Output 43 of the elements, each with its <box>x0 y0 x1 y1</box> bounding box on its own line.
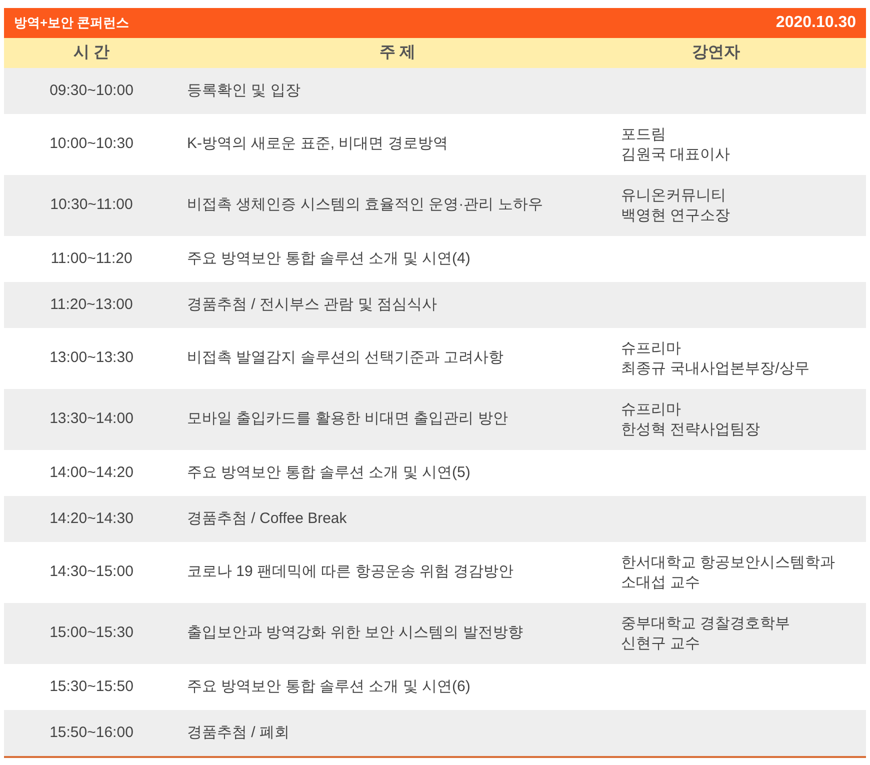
conference-date: 2020.10.30 <box>776 13 856 33</box>
time-cell-text: 14:00~14:20 <box>48 462 134 483</box>
time-cell-text: 15:50~16:00 <box>48 722 134 743</box>
speaker-organization: 한서대학교 항공보안시스템학과 <box>621 552 836 572</box>
speaker-name: 소대섭 교수 <box>621 572 702 592</box>
conference-title: 방역+보안 콘퍼런스 <box>14 14 130 32</box>
topic-cell-text: 주요 방역보안 통합 솔루션 소개 및 시연(4) <box>186 248 472 269</box>
topic-cell-text: 비접촉 발열감지 솔루션의 선택기준과 고려사항 <box>186 348 505 368</box>
column-header: 강연자 <box>691 43 741 63</box>
time-cell-text: 14:20~14:30 <box>48 508 134 529</box>
time-cell-text: 13:30~14:00 <box>48 409 134 430</box>
time-cell-text: 13:00~13:30 <box>48 348 134 368</box>
speaker-name: 한성혁 전략사업팀장 <box>621 420 762 440</box>
column-header: 주 제 <box>378 43 417 63</box>
time-cell-text: 10:00~10:30 <box>48 134 134 154</box>
column-header: 시 간 <box>72 43 111 63</box>
topic-cell-text: 모바일 출입카드를 활용한 비대면 출입관리 방안 <box>186 409 509 430</box>
time-cell-text: 11:00~11:20 <box>50 248 134 269</box>
time-cell-text: 10:30~11:00 <box>49 195 134 216</box>
topic-cell-text: 코로나 19 팬데믹에 따른 항공운송 위험 경감방안 <box>186 562 515 582</box>
speaker-name: 최종규 국내사업본부장/상무 <box>621 358 810 378</box>
topic-cell-text: 비접촉 생체인증 시스템의 효율적인 운영·관리 노하우 <box>186 195 544 216</box>
speaker-organization: 중부대학교 경찰경호학부 <box>621 614 792 634</box>
speaker-name: 백영현 연구소장 <box>621 206 732 226</box>
time-cell-text: 09:30~10:00 <box>48 80 134 101</box>
speaker-organization: 슈프리마 <box>621 400 682 420</box>
topic-cell-text: 등록확인 및 입장 <box>186 80 302 101</box>
topic-cell-text: 경품추첨 / 전시부스 관람 및 점심식사 <box>186 294 438 315</box>
topic-cell-text: 주요 방역보안 통합 솔루션 소개 및 시연(6) <box>186 676 472 697</box>
topic-cell-text: K-방역의 새로운 표준, 비대면 경로방역 <box>186 134 449 154</box>
time-cell-text: 14:30~15:00 <box>48 562 134 582</box>
speaker-name: 신현구 교수 <box>621 634 702 654</box>
time-cell-text: 15:30~15:50 <box>48 676 134 697</box>
topic-cell-text: 출입보안과 방역강화 위한 보안 시스템의 발전방향 <box>186 623 524 644</box>
speaker-organization: 유니온커뮤니티 <box>621 186 727 206</box>
time-cell-text: 11:20~13:00 <box>49 294 134 315</box>
speaker-organization: 슈프리마 <box>621 338 682 358</box>
topic-cell-text: 경품추첨 / 폐회 <box>186 722 291 743</box>
topic-cell-text: 경품추첨 / Coffee Break <box>186 508 348 529</box>
topic-cell-text: 주요 방역보안 통합 솔루션 소개 및 시연(5) <box>186 462 472 483</box>
speaker-organization: 포드림 <box>621 124 667 144</box>
speaker-name: 김원국 대표이사 <box>621 144 732 164</box>
time-cell-text: 15:00~15:30 <box>48 623 134 644</box>
